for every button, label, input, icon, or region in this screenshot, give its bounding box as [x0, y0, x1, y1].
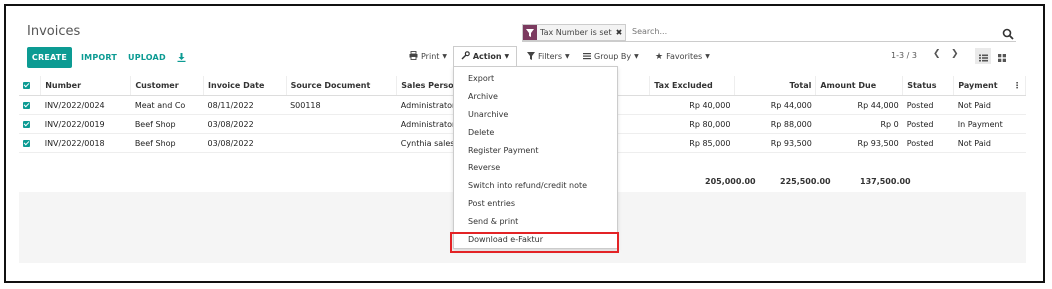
filters-button[interactable]: Filters ▼	[527, 49, 570, 64]
printer-icon	[409, 51, 418, 62]
highlight-annotation	[450, 232, 619, 253]
menu-item-register-payment[interactable]: Register Payment	[454, 141, 617, 159]
caret-down-icon: ▼	[634, 53, 639, 60]
pager-value[interactable]: 1-3 / 3	[891, 51, 917, 60]
list-icon	[978, 47, 988, 66]
cell-amount-due: Rp 44,000	[815, 95, 903, 115]
select-all-checkbox[interactable]	[19, 76, 42, 96]
menu-item-export[interactable]: Export	[454, 70, 617, 88]
cell-tax-excluded: Rp 85,000	[649, 133, 735, 153]
filter-icon	[523, 25, 537, 40]
column-header-payment[interactable]: Payment ⋮	[953, 76, 1026, 96]
filters-label: Filters	[538, 52, 562, 61]
cell-payment: In Payment	[953, 114, 1026, 134]
upload-button[interactable]: UPLOAD	[128, 47, 166, 68]
search-icon[interactable]	[1002, 25, 1014, 40]
menu-item-post-entries[interactable]: Post entries	[454, 195, 617, 213]
column-header-total[interactable]: Total	[734, 76, 817, 96]
row-checkbox[interactable]	[19, 114, 41, 134]
search-bar: Tax Number is set ✖	[522, 24, 1016, 42]
total-total: 225,500.00	[780, 177, 831, 186]
caret-down-icon: ▼	[442, 53, 448, 60]
favorites-button[interactable]: ★ Favorites ▼	[655, 49, 710, 64]
cell-amount-due: Rp 0	[815, 114, 903, 134]
print-button[interactable]: Print ▼	[409, 49, 447, 64]
cell-status: Posted	[902, 133, 954, 153]
action-label: Action	[472, 52, 502, 61]
menu-item-unarchive[interactable]: Unarchive	[454, 106, 617, 124]
total-tax-excluded: 205,000.00	[705, 177, 756, 186]
page-title: Invoices	[27, 24, 81, 39]
cell-source-document	[286, 133, 397, 153]
star-icon: ★	[655, 51, 664, 62]
column-options-icon[interactable]: ⋮	[1013, 81, 1021, 90]
cell-invoice-date: 08/11/2022	[203, 95, 287, 115]
group-by-label: Group By	[594, 52, 632, 61]
close-icon[interactable]: ✖	[616, 28, 623, 37]
column-header-status[interactable]: Status	[902, 76, 955, 96]
cell-total: Rp 88,000	[734, 114, 816, 134]
cell-tax-excluded: Rp 40,000	[649, 95, 735, 115]
cell-payment: Not Paid	[953, 95, 1026, 115]
menu-item-send-print[interactable]: Send & print	[454, 212, 617, 230]
column-header-source-document[interactable]: Source Document	[286, 76, 398, 96]
menu-item-reverse[interactable]: Reverse	[454, 159, 617, 177]
invoices-view: Invoices Tax Number is set ✖ CREATE IMPO…	[19, 16, 1026, 263]
cell-payment: Not Paid	[953, 133, 1026, 153]
kanban-icon	[998, 47, 1006, 66]
row-checkbox[interactable]	[19, 133, 41, 153]
chevron-right-icon[interactable]: ❯	[951, 49, 959, 59]
print-label: Print	[421, 52, 440, 61]
bars-icon	[583, 52, 591, 62]
create-button[interactable]: CREATE	[27, 47, 72, 68]
kanban-view-button[interactable]	[994, 48, 1010, 64]
row-checkbox[interactable]	[19, 95, 41, 115]
menu-item-archive[interactable]: Archive	[454, 88, 617, 106]
column-header-amount-due[interactable]: Amount Due	[815, 76, 904, 96]
cell-tax-excluded: Rp 80,000	[649, 114, 735, 134]
column-header-invoice-date[interactable]: Invoice Date	[203, 76, 287, 96]
cell-customer: Meat and Co	[130, 95, 204, 115]
cell-customer: Beef Shop	[130, 114, 204, 134]
import-button[interactable]: IMPORT	[81, 47, 117, 68]
cell-invoice-date: 03/08/2022	[203, 133, 287, 153]
action-dropdown-menu: Export Archive Unarchive Delete Register…	[453, 66, 618, 249]
cell-source-document: S00118	[286, 95, 397, 115]
gear-icon	[461, 51, 470, 62]
caret-down-icon: ▼	[705, 53, 710, 60]
cell-number: INV/2022/0018	[40, 133, 131, 153]
download-icon[interactable]	[177, 47, 186, 68]
chevron-left-icon[interactable]: ❮	[933, 49, 941, 59]
menu-item-switch-refund[interactable]: Switch into refund/credit note	[454, 177, 617, 195]
column-header-number[interactable]: Number	[40, 76, 132, 96]
filter-icon	[527, 51, 535, 62]
search-input[interactable]	[632, 24, 992, 39]
column-header-tax-excluded[interactable]: Tax Excluded	[649, 76, 735, 96]
cell-number: INV/2022/0019	[40, 114, 131, 134]
search-facet[interactable]: Tax Number is set ✖	[522, 24, 627, 41]
cell-status: Posted	[902, 95, 954, 115]
group-by-button[interactable]: Group By ▼	[583, 49, 639, 64]
favorites-label: Favorites	[666, 52, 703, 61]
caret-down-icon: ▼	[504, 53, 510, 60]
cell-amount-due: Rp 93,500	[815, 133, 903, 153]
cell-status: Posted	[902, 114, 954, 134]
column-header-customer[interactable]: Customer	[130, 76, 205, 96]
search-facet-label: Tax Number is set	[540, 28, 612, 37]
menu-item-delete[interactable]: Delete	[454, 123, 617, 141]
cell-customer: Beef Shop	[130, 133, 204, 153]
cell-source-document	[286, 114, 397, 134]
list-view-button[interactable]	[975, 48, 991, 64]
action-button[interactable]: Action ▼	[453, 46, 517, 66]
total-amount-due: 137,500.00	[860, 177, 911, 186]
cell-invoice-date: 03/08/2022	[203, 114, 287, 134]
cell-total: Rp 93,500	[734, 133, 816, 153]
caret-down-icon: ▼	[564, 53, 570, 60]
cell-total: Rp 44,000	[734, 95, 816, 115]
cell-number: INV/2022/0024	[40, 95, 131, 115]
